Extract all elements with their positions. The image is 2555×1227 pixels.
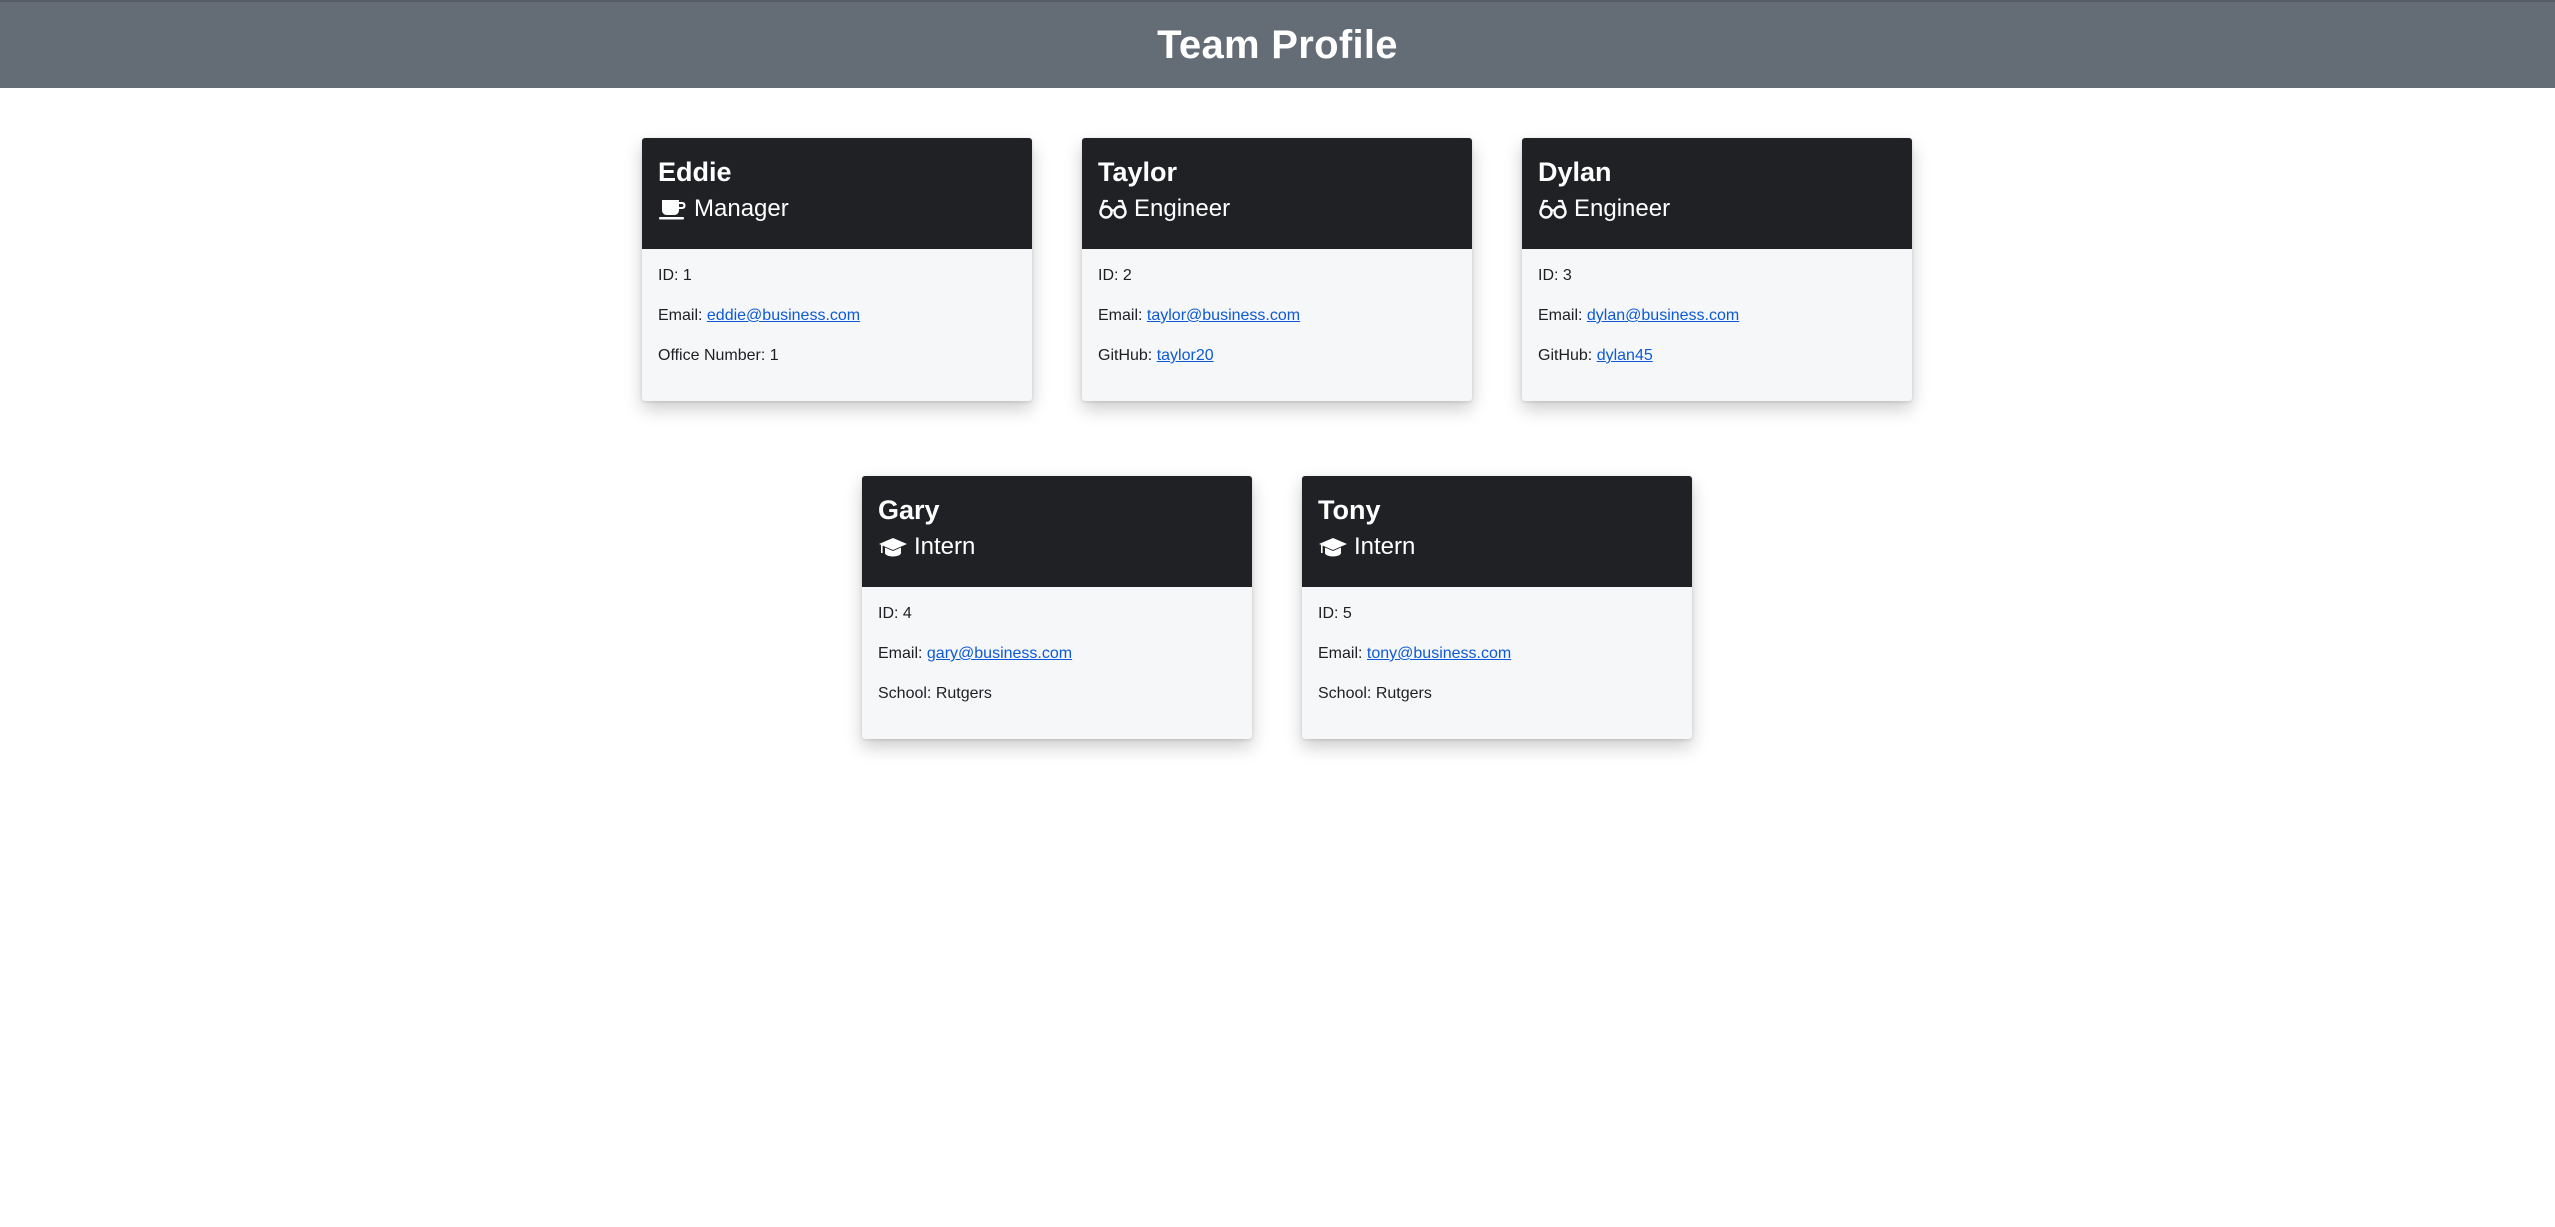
member-role: Manager	[658, 194, 1016, 224]
member-name: Eddie	[658, 157, 732, 187]
member-role: Engineer	[1098, 194, 1456, 224]
member-id: ID: 5	[1318, 605, 1352, 622]
graduation-cap-icon	[1318, 535, 1348, 559]
card-body: ID: 5 Email: tony@business.com School: R…	[1302, 587, 1692, 722]
team-member-card: Taylor Engineer ID: 2 Email: taylor@busi…	[1082, 138, 1472, 401]
office-number-label: Office Number:	[658, 347, 770, 364]
card-body: ID: 4 Email: gary@business.com School: R…	[862, 587, 1252, 722]
role-label: Manager	[694, 195, 789, 222]
school-value: Rutgers	[935, 685, 992, 702]
member-id: ID: 2	[1098, 267, 1132, 284]
member-name: Tony	[1318, 495, 1381, 525]
school-label: School:	[878, 685, 936, 702]
member-github-row: GitHub: dylan45	[1538, 344, 1896, 384]
member-email-row: Email: tony@business.com	[1318, 642, 1676, 682]
email-link[interactable]: tony@business.com	[1367, 645, 1511, 662]
github-label: GitHub:	[1098, 347, 1157, 364]
email-label: Email:	[1538, 307, 1587, 324]
member-name: Taylor	[1098, 157, 1178, 187]
coffee-mug-icon	[658, 197, 688, 221]
glasses-icon	[1538, 197, 1568, 221]
email-link[interactable]: gary@business.com	[927, 645, 1072, 662]
card-header: Eddie Manager	[642, 138, 1032, 249]
github-label: GitHub:	[1538, 347, 1597, 364]
email-label: Email:	[1098, 307, 1147, 324]
role-label: Engineer	[1134, 195, 1231, 222]
github-link[interactable]: taylor20	[1157, 347, 1214, 364]
email-link[interactable]: dylan@business.com	[1587, 307, 1739, 324]
member-email-row: Email: gary@business.com	[878, 642, 1236, 682]
card-body: ID: 1 Email: eddie@business.com Office N…	[642, 249, 1032, 384]
member-school-row: School: Rutgers	[1318, 682, 1676, 722]
school-value: Rutgers	[1375, 685, 1432, 702]
member-name: Gary	[878, 495, 940, 525]
member-id: ID: 3	[1538, 267, 1572, 284]
member-role: Intern	[878, 532, 1236, 562]
card-header: Dylan Engineer	[1522, 138, 1912, 249]
team-cards: Eddie Manager ID: 1 Email: eddie@busines…	[0, 88, 2555, 1227]
email-label: Email:	[1318, 645, 1367, 662]
email-label: Email:	[878, 645, 927, 662]
github-link[interactable]: dylan45	[1597, 347, 1653, 364]
member-name: Dylan	[1538, 157, 1612, 187]
member-id: ID: 4	[878, 605, 912, 622]
glasses-icon	[1098, 197, 1128, 221]
card-body: ID: 2 Email: taylor@business.com GitHub:…	[1082, 249, 1472, 384]
email-link[interactable]: eddie@business.com	[707, 307, 860, 324]
card-header: Gary Intern	[862, 476, 1252, 587]
page-header: Team Profile	[0, 0, 2555, 88]
member-github-row: GitHub: taylor20	[1098, 344, 1456, 384]
member-role: Intern	[1318, 532, 1676, 562]
email-link[interactable]: taylor@business.com	[1147, 307, 1300, 324]
role-label: Intern	[914, 533, 976, 560]
member-email-row: Email: eddie@business.com	[658, 304, 1016, 344]
email-label: Email:	[658, 307, 707, 324]
member-id: ID: 1	[658, 267, 692, 284]
office-number-value: 1	[769, 347, 779, 364]
card-header: Tony Intern	[1302, 476, 1692, 587]
role-label: Engineer	[1574, 195, 1671, 222]
team-member-card: Dylan Engineer ID: 3 Email: dylan@busine…	[1522, 138, 1912, 401]
school-label: School:	[1318, 685, 1376, 702]
card-header: Taylor Engineer	[1082, 138, 1472, 249]
team-member-card: Eddie Manager ID: 1 Email: eddie@busines…	[642, 138, 1032, 401]
role-label: Intern	[1354, 533, 1416, 560]
card-body: ID: 3 Email: dylan@business.com GitHub: …	[1522, 249, 1912, 384]
member-office-row: Office Number: 1	[658, 344, 1016, 384]
member-email-row: Email: dylan@business.com	[1538, 304, 1896, 344]
team-member-card: Gary Intern ID: 4 Email: gary@business.c…	[862, 476, 1252, 739]
team-member-card: Tony Intern ID: 5 Email: tony@business.c…	[1302, 476, 1692, 739]
member-email-row: Email: taylor@business.com	[1098, 304, 1456, 344]
page-title: Team Profile	[1157, 22, 1398, 67]
member-school-row: School: Rutgers	[878, 682, 1236, 722]
graduation-cap-icon	[878, 535, 908, 559]
member-role: Engineer	[1538, 194, 1896, 224]
